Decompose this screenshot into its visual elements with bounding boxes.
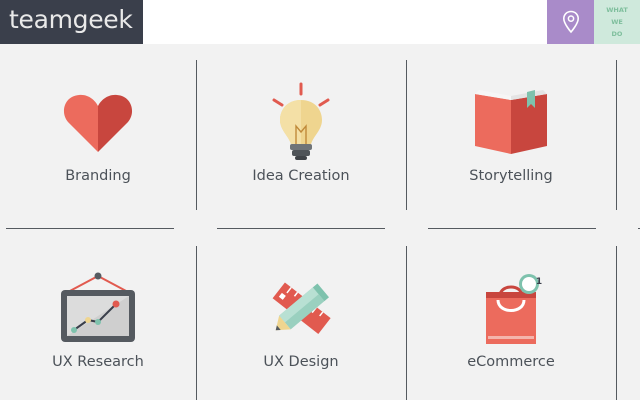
location-button[interactable] xyxy=(547,0,594,44)
service-label: UX Research xyxy=(52,354,144,370)
what-we-do-button[interactable]: WHAT WE DO xyxy=(594,0,640,44)
service-label: Branding xyxy=(65,168,131,184)
map-pin-icon xyxy=(562,10,579,34)
service-tile-branding[interactable]: Branding xyxy=(0,44,196,214)
nav-label-do: DO xyxy=(611,30,623,38)
divider xyxy=(616,246,617,400)
heart-icon xyxy=(63,94,133,152)
service-label: UX Design xyxy=(263,354,339,370)
service-tile-storytelling[interactable]: Storytelling xyxy=(406,44,616,214)
divider xyxy=(428,228,596,229)
service-label: Idea Creation xyxy=(252,168,350,184)
service-label: Storytelling xyxy=(469,168,553,184)
service-tile-ecommerce[interactable]: 1 eCommerce xyxy=(406,230,616,400)
pencil-ruler-icon xyxy=(272,282,331,334)
nav-label-what: WHAT xyxy=(606,6,628,14)
chart-board-icon xyxy=(61,272,135,342)
logo[interactable]: teamgeek xyxy=(0,0,143,44)
divider xyxy=(616,60,617,210)
divider xyxy=(217,228,385,229)
service-tile-ux-design[interactable]: UX Design xyxy=(196,230,406,400)
cart-badge: 1 xyxy=(535,277,543,287)
services-grid: Branding Idea Creation Storytelling UX R… xyxy=(0,44,640,400)
service-tile-ux-research[interactable]: UX Research xyxy=(0,230,196,400)
header: teamgeek WHAT WE DO xyxy=(0,0,640,44)
book-icon xyxy=(475,90,547,154)
service-label: eCommerce xyxy=(467,354,555,370)
service-tile-idea-creation[interactable]: Idea Creation xyxy=(196,44,406,214)
nav-label-we: WE xyxy=(611,18,623,26)
lightbulb-icon xyxy=(272,82,330,160)
divider xyxy=(6,228,174,229)
